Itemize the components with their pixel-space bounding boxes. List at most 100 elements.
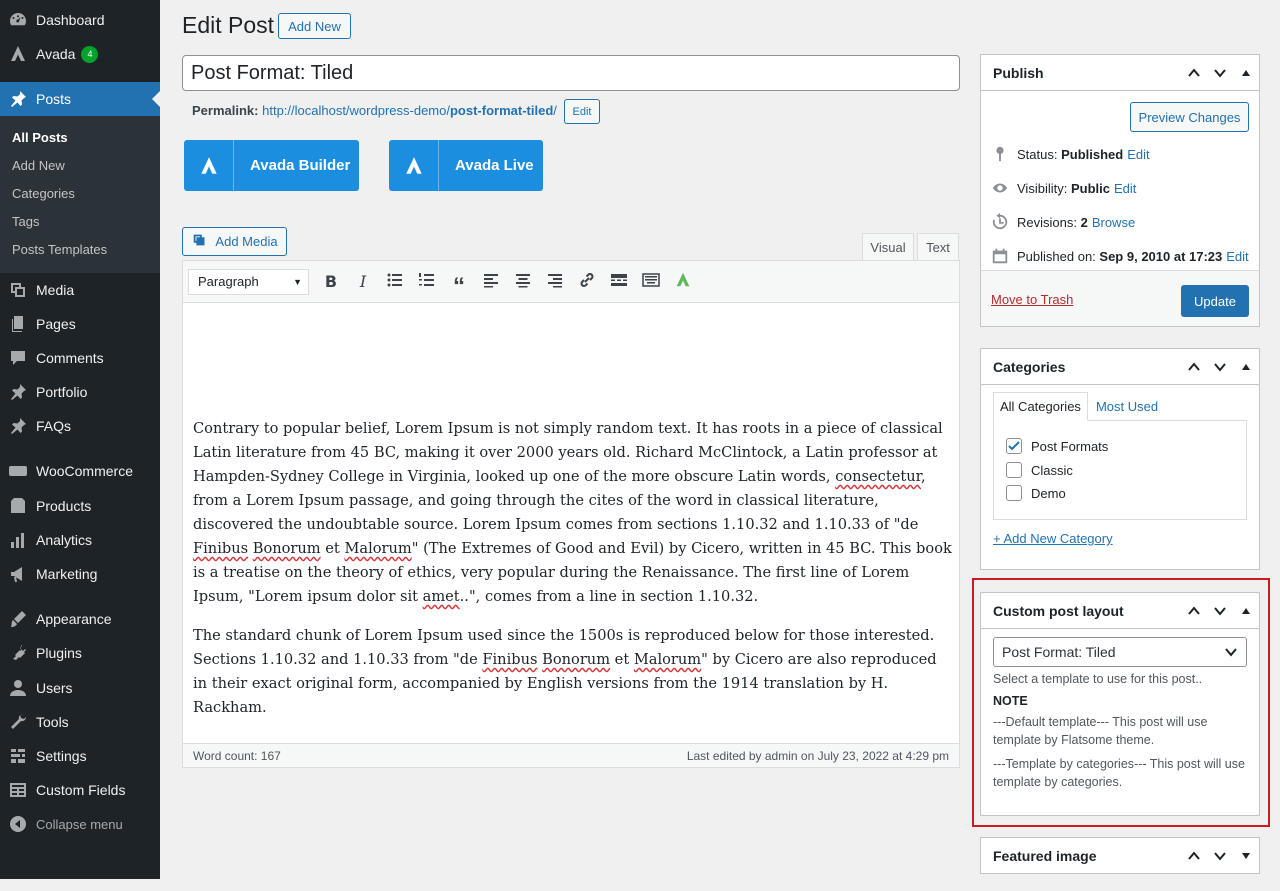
menu-woocommerce[interactable]: WooCommerce <box>0 454 160 488</box>
woo-icon <box>0 461 36 481</box>
category-item[interactable]: Post Formats <box>1006 438 1108 454</box>
align-center-button[interactable] <box>507 268 539 296</box>
menu-marketing[interactable]: Marketing <box>0 557 160 591</box>
menu-portfolio[interactable]: Portfolio <box>0 375 160 409</box>
move-down-button[interactable] <box>1207 55 1233 91</box>
permalink-label: Permalink: <box>192 103 259 118</box>
bullet-list-icon <box>386 271 404 292</box>
toggle-panel-button[interactable] <box>1233 55 1259 91</box>
avada-builder-button[interactable]: Avada Builder <box>184 140 359 191</box>
menu-products[interactable]: Products <box>0 489 160 523</box>
update-button[interactable]: Update <box>1181 285 1249 317</box>
align-left-button[interactable] <box>475 268 507 296</box>
post-content[interactable]: Contrary to popular belief, Lorem Ipsum … <box>193 417 953 735</box>
visibility-row: Visibility: Public Edit <box>991 179 1136 197</box>
permalink-link[interactable]: http://localhost/wordpress-demo/post-for… <box>262 103 557 118</box>
avada-live-button[interactable]: Avada Live <box>389 140 543 191</box>
browse-revisions-link[interactable]: Browse <box>1092 215 1135 230</box>
checkbox-checked[interactable] <box>1006 438 1022 454</box>
move-to-trash-link[interactable]: Move to Trash <box>991 292 1073 307</box>
misspelled-word: consectetur <box>835 468 921 485</box>
menu-dashboard[interactable]: Dashboard <box>0 3 160 37</box>
move-up-button[interactable] <box>1181 55 1207 91</box>
publish-box: Publish Preview Changes Status: Publishe… <box>980 54 1260 327</box>
bullet-list-button[interactable] <box>379 268 411 296</box>
users-icon <box>0 678 36 698</box>
categories-box: Categories Post Formats Classic Demo All… <box>980 348 1260 570</box>
bold-button[interactable]: B <box>315 268 347 296</box>
category-label: Post Formats <box>1031 438 1109 454</box>
add-media-button[interactable]: Add Media <box>182 227 287 256</box>
submenu-categories[interactable]: Categories <box>12 186 75 201</box>
menu-comments[interactable]: Comments <box>0 341 160 375</box>
comments-icon <box>0 348 36 368</box>
menu-custom-fields[interactable]: Custom Fields <box>0 773 160 807</box>
tab-text[interactable]: Text <box>917 233 959 261</box>
move-down-button[interactable] <box>1207 349 1233 385</box>
avada-shortcode-button[interactable] <box>667 268 699 296</box>
toggle-panel-button[interactable] <box>1233 349 1259 385</box>
checkbox[interactable] <box>1006 462 1022 478</box>
avada-builder-label: Avada Builder <box>250 157 351 174</box>
blockquote-button[interactable]: “ <box>443 268 475 298</box>
products-icon <box>0 496 36 516</box>
menu-media[interactable]: Media <box>0 273 160 307</box>
pin-icon <box>0 89 36 109</box>
preview-changes-button[interactable]: Preview Changes <box>1130 102 1249 132</box>
post-title-input[interactable]: Post Format: Tiled <box>182 55 960 91</box>
add-media-label: Add Media <box>215 234 278 249</box>
tab-visual[interactable]: Visual <box>862 233 914 261</box>
menu-plugins[interactable]: Plugins <box>0 636 160 670</box>
add-new-post-button[interactable]: Add New <box>278 13 351 39</box>
edit-status-link[interactable]: Edit <box>1127 147 1149 162</box>
format-select[interactable]: Paragraph ▼ <box>188 268 309 295</box>
submenu-all-posts[interactable]: All Posts <box>12 130 68 145</box>
checkbox[interactable] <box>1006 485 1022 501</box>
misspelled-word: Malorum <box>633 651 702 668</box>
category-item[interactable]: Demo <box>1006 485 1066 501</box>
menu-settings[interactable]: Settings <box>0 739 160 773</box>
chevron-up-icon <box>1188 67 1200 77</box>
align-right-button[interactable] <box>539 268 571 296</box>
collapse-menu-button[interactable]: Collapse menu <box>0 807 160 841</box>
edit-visibility-link[interactable]: Edit <box>1114 181 1136 196</box>
read-more-button[interactable] <box>603 268 635 296</box>
category-tabs: All Categories Most Used <box>993 392 1164 421</box>
tab-all-categories[interactable]: All Categories <box>993 392 1088 421</box>
permalink-edit-button[interactable]: Edit <box>564 99 600 124</box>
toggle-panel-button[interactable] <box>1233 838 1259 874</box>
submenu-tags[interactable]: Tags <box>12 214 39 229</box>
add-new-category-link[interactable]: + Add New Category <box>993 531 1113 546</box>
post-editor: Paragraph ▼ B I “ Contrary to popular be… <box>182 260 960 768</box>
submenu-add-new[interactable]: Add New <box>12 158 65 173</box>
revisions-value: 2 <box>1080 214 1088 230</box>
tab-most-used[interactable]: Most Used <box>1088 392 1164 421</box>
move-up-button[interactable] <box>1181 838 1207 874</box>
italic-button[interactable]: I <box>347 268 379 296</box>
edit-date-link[interactable]: Edit <box>1226 249 1248 264</box>
toolbar-toggle-button[interactable] <box>635 268 667 296</box>
featured-image-title: Featured image <box>993 847 1097 864</box>
numbered-list-button[interactable] <box>411 268 443 296</box>
move-up-button[interactable] <box>1181 349 1207 385</box>
submenu-posts-templates[interactable]: Posts Templates <box>12 242 107 257</box>
plugin-icon <box>0 643 36 663</box>
status-label: Status: <box>1017 146 1058 162</box>
menu-tools[interactable]: Tools <box>0 705 160 739</box>
menu-label: Appearance <box>36 611 112 627</box>
menu-faqs[interactable]: FAQs <box>0 409 160 443</box>
move-down-button[interactable] <box>1207 838 1233 874</box>
triangle-up-icon <box>1242 69 1250 76</box>
insert-link-button[interactable] <box>571 268 603 296</box>
bold-icon: B <box>324 272 338 291</box>
revisions-icon <box>992 213 1008 230</box>
menu-avada[interactable]: Avada 4 <box>0 37 160 71</box>
menu-appearance[interactable]: Appearance <box>0 602 160 636</box>
menu-users[interactable]: Users <box>0 671 160 705</box>
text-run: Contrary to popular belief, Lorem Ipsum … <box>193 420 943 485</box>
menu-pages[interactable]: Pages <box>0 307 160 341</box>
menu-analytics[interactable]: Analytics <box>0 523 160 557</box>
menu-posts[interactable]: Posts <box>0 82 160 116</box>
menu-label: Products <box>36 498 92 514</box>
category-item[interactable]: Classic <box>1006 462 1073 478</box>
